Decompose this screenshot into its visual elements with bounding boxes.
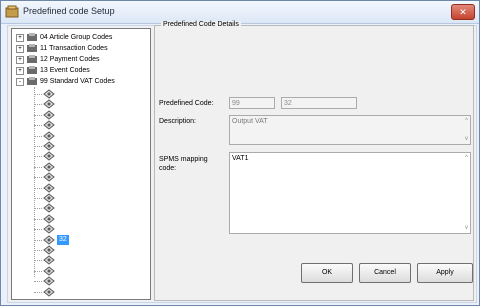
tree-connector (34, 166, 42, 168)
scroll-up-icon[interactable]: ^ (465, 155, 468, 161)
vat-code-leaf-icon[interactable] (42, 203, 56, 214)
vat-code-leaf-icon[interactable] (42, 266, 56, 276)
vat-code-leaf-icon[interactable] (42, 286, 56, 297)
tree-connector (34, 156, 42, 158)
expand-icon[interactable]: + (16, 56, 24, 64)
tree-connector (34, 135, 42, 137)
vat-code-leaf-icon[interactable] (42, 255, 56, 266)
tree-connector (34, 281, 42, 283)
ok-button[interactable]: OK (301, 263, 353, 283)
tree-connector (34, 291, 42, 293)
vat-code-leaf-icon[interactable] (42, 276, 56, 286)
selected-code-label[interactable]: 32 (57, 234, 69, 245)
code-group-icon (27, 77, 37, 85)
code-group-icon (27, 44, 37, 52)
mapping-value: VAT1 (232, 155, 249, 162)
vat-code-leaf-icon[interactable] (42, 193, 56, 203)
tree-connector (34, 94, 42, 95)
vat-code-leaf-icon[interactable] (42, 120, 56, 130)
tree-connector (34, 177, 42, 179)
scroll-down-icon[interactable]: v (465, 136, 468, 142)
tree-item-label: 99 Standard VAT Codes (40, 78, 115, 85)
tree-connector (34, 239, 42, 241)
dialog-content: + 04 Article Group Codes + 11 Transactio… (7, 21, 477, 303)
code-group-icon (27, 33, 37, 41)
mapping-code-field[interactable]: VAT1 ^ v (229, 152, 471, 234)
vat-code-leaf-icon[interactable] (42, 151, 56, 162)
vat-code-leaf-icon[interactable] (42, 234, 56, 245)
vat-code-leaf-icon[interactable] (42, 214, 56, 224)
apply-button[interactable]: Apply (417, 263, 473, 283)
tree-connector (34, 270, 42, 272)
expand-icon[interactable]: + (16, 67, 24, 75)
tree-connector (34, 187, 42, 189)
vat-code-leaf-icon[interactable] (42, 245, 56, 255)
app-icon (5, 5, 19, 18)
tree-item-label: 13 Event Codes (40, 67, 90, 74)
vat-code-leaf-icon[interactable] (42, 224, 56, 234)
vat-code-leaf-icon[interactable] (42, 182, 56, 193)
tree-connector (34, 146, 42, 147)
details-group-title: Predefined Code Details (161, 21, 241, 28)
scroll-down-icon[interactable]: v (465, 225, 468, 231)
vat-code-leaf-icon[interactable] (42, 141, 56, 151)
mapping-label-line1: SPMS mapping (159, 156, 208, 163)
tree-connector (34, 260, 42, 262)
tree-connector (34, 198, 42, 199)
vat-code-leaf-icon[interactable] (42, 99, 56, 110)
scroll-up-icon[interactable]: ^ (465, 118, 468, 124)
code-group-icon (27, 55, 37, 63)
description-value: Output VAT (232, 118, 268, 125)
code-group-icon (27, 66, 37, 74)
app-window: Predefined code Setup ✕ + 04 Article Gro… (0, 0, 480, 306)
tree-connector (34, 218, 42, 220)
vat-code-leaf-icon[interactable] (42, 172, 56, 182)
description-field[interactable]: Output VAT ^ v (229, 115, 471, 145)
predefined-group-field[interactable]: 99 (229, 97, 275, 109)
vat-code-leaf-icon[interactable] (42, 130, 56, 141)
description-label: Description: (159, 118, 196, 125)
mapping-label: SPMS mapping code: (159, 155, 208, 173)
details-groupbox: Predefined Code Details Predefined Code:… (154, 21, 474, 301)
vat-code-leaf-icon[interactable] (42, 89, 56, 99)
expand-icon[interactable]: + (16, 45, 24, 53)
mapping-label-line2: code: (159, 165, 177, 172)
cancel-button[interactable]: Cancel (359, 263, 411, 283)
tree-connector (34, 114, 42, 116)
predefined-code-label: Predefined Code: (159, 100, 214, 107)
tree-connector (34, 208, 42, 210)
predefined-code-field[interactable]: 32 (281, 97, 357, 109)
tree-item-label: 11 Transaction Codes (40, 45, 108, 52)
tree-connector (34, 125, 42, 127)
code-tree[interactable]: + 04 Article Group Codes + 11 Transactio… (11, 28, 151, 300)
tree-connector (34, 250, 42, 251)
vat-code-leaf-icon[interactable] (42, 110, 56, 120)
window-title: Predefined code Setup (23, 6, 115, 16)
tree-connector (34, 229, 42, 231)
close-button[interactable]: ✕ (451, 4, 475, 20)
tree-item-label: 12 Payment Codes (40, 56, 100, 63)
collapse-icon[interactable]: - (16, 78, 24, 86)
tree-connector (34, 104, 42, 106)
tree-item-label: 04 Article Group Codes (40, 34, 113, 41)
vat-code-leaf-icon[interactable] (42, 162, 56, 172)
expand-icon[interactable]: + (16, 34, 24, 42)
